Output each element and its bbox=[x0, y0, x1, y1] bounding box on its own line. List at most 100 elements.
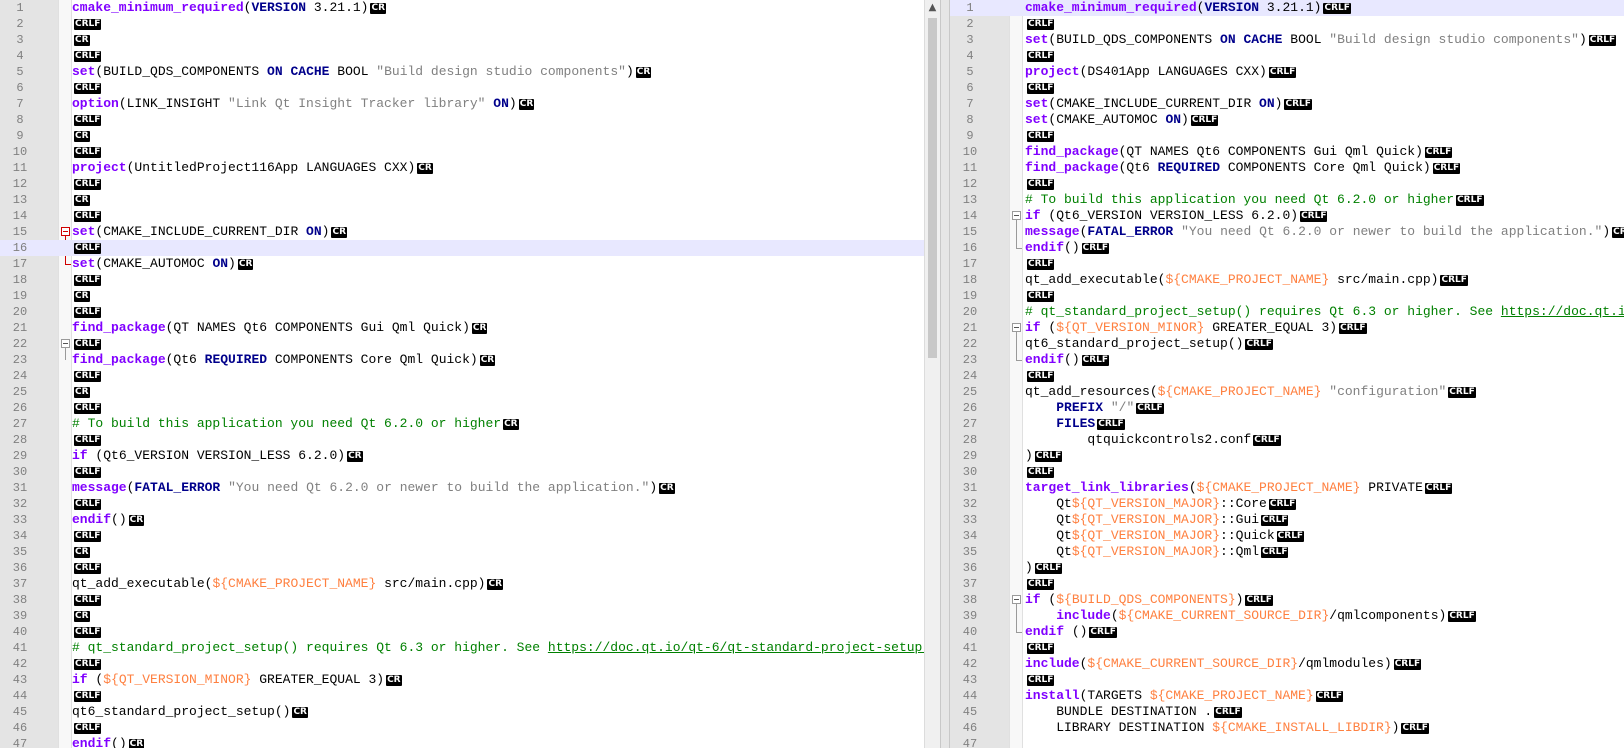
code-line[interactable]: 11 find_package(Qt6 REQUIRED COMPONENTS C… bbox=[950, 160, 1624, 176]
code-line[interactable]: 19 CR bbox=[0, 288, 940, 304]
code-text[interactable]: CRLF bbox=[72, 496, 102, 512]
code-line[interactable]: 32 Qt${QT_VERSION_MAJOR}::Core CRLF bbox=[950, 496, 1624, 512]
code-text[interactable]: CRLF bbox=[72, 240, 102, 256]
code-text[interactable]: CRLF bbox=[72, 688, 102, 704]
code-text[interactable]: CRLF bbox=[72, 624, 102, 640]
code-line[interactable]: 47 bbox=[950, 736, 1624, 748]
code-text[interactable]: LIBRARY DESTINATION ${CMAKE_INSTALL_LIBD… bbox=[1025, 720, 1429, 736]
code-line[interactable]: 39 include(${CMAKE_CURRENT_SOURCE_DIR}/q… bbox=[950, 608, 1624, 624]
code-text[interactable]: CRLF bbox=[72, 80, 102, 96]
code-line[interactable]: 29 if (Qt6_VERSION VERSION_LESS 6.2.0) CR bbox=[0, 448, 940, 464]
code-line[interactable]: 22 qt6_standard_project_setup() CRLF bbox=[950, 336, 1624, 352]
code-line[interactable]: 28 CRLF bbox=[0, 432, 940, 448]
code-line[interactable]: 26 CRLF bbox=[0, 400, 940, 416]
left-editor-pane[interactable]: 1 cmake_minimum_required(VERSION 3.21.1) C… bbox=[0, 0, 940, 748]
code-text[interactable]: set(CMAKE_INCLUDE_CURRENT_DIR ON) CR bbox=[72, 224, 348, 240]
code-line[interactable]: 13 CR bbox=[0, 192, 940, 208]
code-line[interactable]: 7 option(LINK_INSIGHT "Link Qt Insight Tr… bbox=[0, 96, 940, 112]
code-text[interactable]: Qt${QT_VERSION_MAJOR}::Quick CRLF bbox=[1025, 528, 1305, 544]
code-text[interactable]: target_link_libraries(${CMAKE_PROJECT_NA… bbox=[1025, 480, 1453, 496]
code-line[interactable]: 44 install(TARGETS ${CMAKE_PROJECT_NAME} C… bbox=[950, 688, 1624, 704]
code-line[interactable]: 31 message(FATAL_ERROR "You need Qt 6.2.0… bbox=[0, 480, 940, 496]
code-text[interactable]: CR bbox=[72, 192, 90, 208]
left-vertical-scrollbar[interactable]: ▲ bbox=[924, 0, 940, 748]
code-text[interactable]: # To build this application you need Qt … bbox=[72, 416, 519, 432]
code-text[interactable]: endif() CR bbox=[72, 736, 145, 748]
code-text[interactable]: endif() CRLF bbox=[1025, 240, 1110, 256]
code-line[interactable]: 31 target_link_libraries(${CMAKE_PROJECT_… bbox=[950, 480, 1624, 496]
code-line[interactable]: 35 CR bbox=[0, 544, 940, 560]
code-line[interactable]: 20 CRLF bbox=[0, 304, 940, 320]
code-line[interactable]: 1 cmake_minimum_required(VERSION 3.21.1) C… bbox=[950, 0, 1624, 16]
code-line[interactable]: 8 CRLF bbox=[0, 112, 940, 128]
code-text[interactable]: find_package(QT NAMES Qt6 COMPONENTS Gui… bbox=[72, 320, 488, 336]
code-line[interactable]: 35 Qt${QT_VERSION_MAJOR}::Qml CRLF bbox=[950, 544, 1624, 560]
code-line[interactable]: 15 message(FATAL_ERROR "You need Qt 6.2.0… bbox=[950, 224, 1624, 240]
code-text[interactable]: set(BUILD_QDS_COMPONENTS ON CACHE BOOL "… bbox=[72, 64, 652, 80]
scroll-up-arrow-icon[interactable]: ▲ bbox=[925, 2, 940, 13]
code-line[interactable]: 27 FILES CRLF bbox=[950, 416, 1624, 432]
code-text[interactable]: Qt${QT_VERSION_MAJOR}::Core CRLF bbox=[1025, 496, 1297, 512]
code-line[interactable]: 3 set(BUILD_QDS_COMPONENTS ON CACHE BOOL … bbox=[950, 32, 1624, 48]
code-line[interactable]: 30 CRLF bbox=[950, 464, 1624, 480]
code-line[interactable]: 10 CRLF bbox=[0, 144, 940, 160]
code-text[interactable]: CRLF bbox=[1025, 16, 1055, 32]
code-line[interactable]: 1 cmake_minimum_required(VERSION 3.21.1) C… bbox=[0, 0, 940, 16]
code-text[interactable]: CRLF bbox=[72, 592, 102, 608]
code-text[interactable]: qt_add_executable(${CMAKE_PROJECT_NAME} … bbox=[72, 576, 504, 592]
code-text[interactable]: if (${QT_VERSION_MINOR} GREATER_EQUAL 3)… bbox=[1025, 320, 1367, 336]
code-line[interactable]: 3 CR bbox=[0, 32, 940, 48]
code-line[interactable]: 36) CRLF bbox=[950, 560, 1624, 576]
code-text[interactable]: CR bbox=[72, 288, 90, 304]
code-text[interactable]: set(BUILD_QDS_COMPONENTS ON CACHE BOOL "… bbox=[1025, 32, 1617, 48]
code-text[interactable]: CRLF bbox=[1025, 48, 1055, 64]
code-text[interactable]: CRLF bbox=[1025, 80, 1055, 96]
code-line[interactable]: 33 Qt${QT_VERSION_MAJOR}::Gui CRLF bbox=[950, 512, 1624, 528]
code-line[interactable]: 15 set(CMAKE_INCLUDE_CURRENT_DIR ON) CR bbox=[0, 224, 940, 240]
code-text[interactable]: FILES CRLF bbox=[1025, 416, 1125, 432]
code-line[interactable]: 25 qt_add_resources(${CMAKE_PROJECT_NAME}… bbox=[950, 384, 1624, 400]
code-text[interactable]: CRLF bbox=[1025, 464, 1055, 480]
code-text[interactable]: CRLF bbox=[72, 368, 102, 384]
pane-splitter[interactable] bbox=[940, 0, 950, 748]
right-editor-pane[interactable]: 1 cmake_minimum_required(VERSION 3.21.1) C… bbox=[950, 0, 1624, 748]
code-text[interactable]: qt6_standard_project_setup() CRLF bbox=[1025, 336, 1273, 352]
code-text[interactable]: ) CRLF bbox=[1025, 448, 1063, 464]
code-text[interactable]: CRLF bbox=[72, 272, 102, 288]
code-text[interactable]: endif() CRLF bbox=[1025, 352, 1110, 368]
code-text[interactable]: CRLF bbox=[1025, 288, 1055, 304]
code-line[interactable]: 23 find_package(Qt6 REQUIRED COMPONENTS C… bbox=[0, 352, 940, 368]
code-line[interactable]: 40 CRLF bbox=[0, 624, 940, 640]
code-line[interactable]: 21 find_package(QT NAMES Qt6 COMPONENTS G… bbox=[0, 320, 940, 336]
code-line[interactable]: 46 LIBRARY DESTINATION ${CMAKE_INSTALL_L… bbox=[950, 720, 1624, 736]
code-line[interactable]: 45 BUNDLE DESTINATION . CRLF bbox=[950, 704, 1624, 720]
code-text[interactable]: message(FATAL_ERROR "You need Qt 6.2.0 o… bbox=[1025, 224, 1624, 240]
code-line[interactable]: 34 Qt${QT_VERSION_MAJOR}::Quick CRLF bbox=[950, 528, 1624, 544]
code-text[interactable]: find_package(Qt6 REQUIRED COMPONENTS Cor… bbox=[72, 352, 496, 368]
code-text[interactable]: # qt_standard_project_setup() requires Q… bbox=[1025, 304, 1624, 320]
code-text[interactable]: cmake_minimum_required(VERSION 3.21.1) CR… bbox=[1025, 0, 1351, 16]
code-line[interactable]: 17 CRLF bbox=[950, 256, 1624, 272]
code-text[interactable]: install(TARGETS ${CMAKE_PROJECT_NAME} CRL… bbox=[1025, 688, 1344, 704]
code-line[interactable]: 6 CRLF bbox=[0, 80, 940, 96]
code-line[interactable]: 4 CRLF bbox=[0, 48, 940, 64]
code-line[interactable]: 32 CRLF bbox=[0, 496, 940, 512]
code-line[interactable]: 43 CRLF bbox=[950, 672, 1624, 688]
code-line[interactable]: 23 endif() CRLF bbox=[950, 352, 1624, 368]
code-line[interactable]: 17 set(CMAKE_AUTOMOC ON) CR bbox=[0, 256, 940, 272]
code-line[interactable]: 39 CR bbox=[0, 608, 940, 624]
code-line[interactable]: 8 set(CMAKE_AUTOMOC ON) CRLF bbox=[950, 112, 1624, 128]
code-text[interactable]: CRLF bbox=[1025, 368, 1055, 384]
code-text[interactable]: CRLF bbox=[72, 560, 102, 576]
code-line[interactable]: 37 CRLF bbox=[950, 576, 1624, 592]
code-line[interactable]: 10 find_package(QT NAMES Qt6 COMPONENTS G… bbox=[950, 144, 1624, 160]
code-text[interactable]: CR bbox=[72, 384, 90, 400]
code-text[interactable]: Qt${QT_VERSION_MAJOR}::Qml CRLF bbox=[1025, 544, 1289, 560]
code-text[interactable]: find_package(Qt6 REQUIRED COMPONENTS Cor… bbox=[1025, 160, 1461, 176]
code-text[interactable]: set(CMAKE_AUTOMOC ON) CR bbox=[72, 256, 254, 272]
code-line[interactable]: 27 # To build this application you need Q… bbox=[0, 416, 940, 432]
code-text[interactable]: CRLF bbox=[72, 464, 102, 480]
code-line[interactable]: 16 endif() CRLF bbox=[950, 240, 1624, 256]
code-text[interactable]: CRLF bbox=[72, 432, 102, 448]
code-line[interactable]: 11 project(UntitledProject116App LANGUAGE… bbox=[0, 160, 940, 176]
